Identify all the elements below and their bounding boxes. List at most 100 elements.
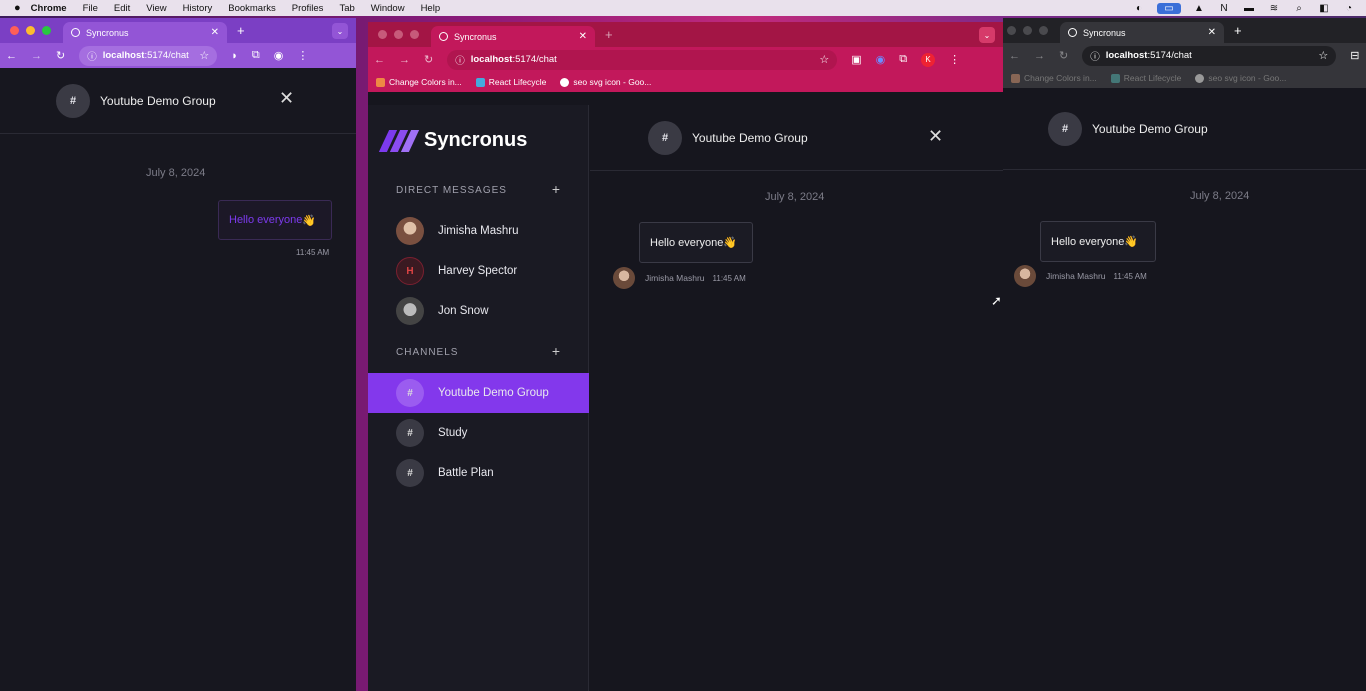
extension-icon[interactable]: ▣: [851, 53, 861, 66]
menu-app-chrome[interactable]: Chrome: [31, 3, 67, 14]
profile-avatar-icon[interactable]: K: [921, 52, 936, 67]
message-text: Hello everyone: [229, 214, 303, 226]
browser-menu-icon[interactable]: ⋮: [949, 53, 960, 66]
site-info-icon[interactable]: ⓘ: [87, 49, 97, 63]
menu-window[interactable]: Window: [371, 3, 405, 14]
bookmark-seo-svg-icon[interactable]: seo svg icon - Goo...: [560, 77, 651, 87]
close-chat-icon[interactable]: ✕: [928, 126, 943, 147]
search-icon[interactable]: ⌕: [1292, 3, 1306, 14]
bookmark-star-icon[interactable]: ☆: [1318, 49, 1328, 62]
back-icon[interactable]: ←: [374, 54, 385, 66]
contact-item[interactable]: H Harvey Spector: [368, 251, 589, 291]
channel-avatar: #: [648, 120, 682, 155]
screen-share-icon[interactable]: ▭: [1157, 2, 1181, 14]
extensions-puzzle-icon[interactable]: ⧉: [899, 53, 907, 66]
back-icon[interactable]: ←: [1009, 50, 1020, 62]
chat-header: # Youtube Demo Group ✕: [590, 105, 1003, 171]
headphones-icon[interactable]: ◐: [1132, 3, 1146, 14]
sidebar: Syncronus DIRECT MESSAGES + Jimisha Mash…: [368, 105, 589, 691]
maximize-window-icon[interactable]: [1039, 26, 1048, 35]
menu-profiles[interactable]: Profiles: [292, 3, 324, 14]
tab-search-icon[interactable]: ⌄: [332, 23, 348, 39]
maximize-window-icon[interactable]: [410, 30, 419, 39]
extension-blue-icon[interactable]: ◉: [876, 53, 886, 66]
control-center-icon[interactable]: ◧: [1317, 3, 1331, 14]
new-tab-icon[interactable]: +: [1234, 23, 1242, 38]
notion-icon[interactable]: N: [1217, 3, 1231, 14]
reload-icon[interactable]: ↻: [56, 49, 65, 62]
channel-item-study[interactable]: # Study: [368, 413, 589, 453]
extensions-puzzle-icon[interactable]: ⧉: [252, 49, 260, 62]
message-bubble: Hello everyone 👋: [639, 222, 753, 263]
address-bar[interactable]: ⓘ localhost:5174/chat ☆: [447, 49, 838, 70]
contact-item[interactable]: Jon Snow: [368, 291, 589, 331]
menu-help[interactable]: Help: [421, 3, 441, 14]
maximize-window-icon[interactable]: [42, 26, 51, 35]
menu-view[interactable]: View: [146, 3, 166, 14]
browser-menu-icon[interactable]: ⋮: [297, 49, 308, 62]
tab-search-icon[interactable]: ⌄: [979, 27, 995, 43]
new-dm-plus-icon[interactable]: +: [552, 181, 560, 197]
wifi-icon[interactable]: ≋: [1267, 3, 1281, 14]
app-name: Syncronus: [424, 129, 528, 151]
channel-item-battle-plan[interactable]: # Battle Plan: [368, 453, 589, 493]
menu-bookmarks[interactable]: Bookmarks: [228, 3, 276, 14]
tab-title: Syncronus: [454, 31, 497, 42]
tab-title: Syncronus: [1083, 27, 1126, 38]
vlc-icon[interactable]: ▲: [1192, 3, 1206, 14]
new-channel-plus-icon[interactable]: +: [552, 343, 560, 359]
menu-history[interactable]: History: [183, 3, 213, 14]
address-bar[interactable]: ⓘ localhost:5174/chat ☆: [1082, 45, 1337, 66]
bookmark-change-colors[interactable]: Change Colors in...: [376, 77, 462, 87]
new-tab-icon[interactable]: +: [237, 23, 245, 38]
forward-icon[interactable]: →: [31, 50, 42, 62]
apple-menu-icon[interactable]: ●: [14, 2, 21, 14]
tab-close-icon[interactable]: ✕: [211, 27, 219, 38]
forward-icon[interactable]: →: [1034, 50, 1045, 62]
channel-item-youtube-demo-group[interactable]: # Youtube Demo Group: [368, 373, 589, 413]
tab-favicon-icon: [439, 32, 448, 41]
minimize-window-icon[interactable]: [394, 30, 403, 39]
battery-icon[interactable]: ▬: [1242, 3, 1256, 14]
bookmark-star-icon[interactable]: ☆: [199, 49, 209, 62]
tab-close-icon[interactable]: ✕: [1208, 27, 1216, 38]
new-tab-icon[interactable]: +: [605, 27, 613, 42]
profile-avatar-icon[interactable]: ◉: [274, 49, 284, 62]
close-window-icon[interactable]: [10, 26, 19, 35]
close-window-icon[interactable]: [378, 30, 387, 39]
bookmark-change-colors[interactable]: Change Colors in...: [1011, 73, 1097, 83]
message-time: 11:45 AM: [296, 248, 330, 257]
site-info-icon[interactable]: ⓘ: [455, 53, 465, 67]
extension-icon[interactable]: ◗: [231, 50, 238, 62]
channels-header: CHANNELS: [396, 347, 459, 358]
reload-icon[interactable]: ↻: [424, 53, 433, 66]
contact-item[interactable]: Jimisha Mashru: [368, 211, 589, 251]
date-divider: July 8, 2024: [765, 191, 825, 203]
close-chat-icon[interactable]: ✕: [279, 88, 294, 109]
browser-tab[interactable]: Syncronus ✕: [431, 26, 595, 47]
minimize-window-icon[interactable]: [26, 26, 35, 35]
extension-icon[interactable]: ⊟: [1350, 49, 1359, 62]
clock-icon[interactable]: ◔: [1342, 3, 1356, 14]
menu-tab[interactable]: Tab: [339, 3, 354, 14]
browser-tab[interactable]: Syncronus ✕: [1060, 22, 1224, 43]
address-bar[interactable]: ⓘ localhost:5174/chat ☆: [79, 45, 218, 66]
menu-edit[interactable]: Edit: [114, 3, 130, 14]
reload-icon[interactable]: ↻: [1059, 49, 1068, 62]
bookmark-seo-svg-icon[interactable]: seo svg icon - Goo...: [1195, 73, 1286, 83]
bookmark-react-lifecycle[interactable]: React Lifecycle: [1110, 73, 1181, 83]
browser-tab[interactable]: Syncronus ✕: [63, 22, 227, 43]
channel-name: Study: [438, 427, 468, 439]
menu-file[interactable]: File: [83, 3, 98, 14]
close-window-icon[interactable]: [1007, 26, 1016, 35]
bookmark-star-icon[interactable]: ☆: [819, 53, 829, 66]
chat-page: # Youtube Demo Group ✕ July 8, 2024 Hell…: [0, 68, 356, 691]
site-info-icon[interactable]: ⓘ: [1090, 49, 1100, 63]
minimize-window-icon[interactable]: [1023, 26, 1032, 35]
message-text: Hello everyone: [1051, 235, 1125, 248]
tab-close-icon[interactable]: ✕: [579, 31, 587, 42]
bookmark-react-lifecycle[interactable]: React Lifecycle: [475, 77, 546, 87]
back-icon[interactable]: ←: [6, 50, 17, 62]
forward-icon[interactable]: →: [399, 54, 410, 66]
channel-hash-icon: #: [396, 459, 424, 487]
